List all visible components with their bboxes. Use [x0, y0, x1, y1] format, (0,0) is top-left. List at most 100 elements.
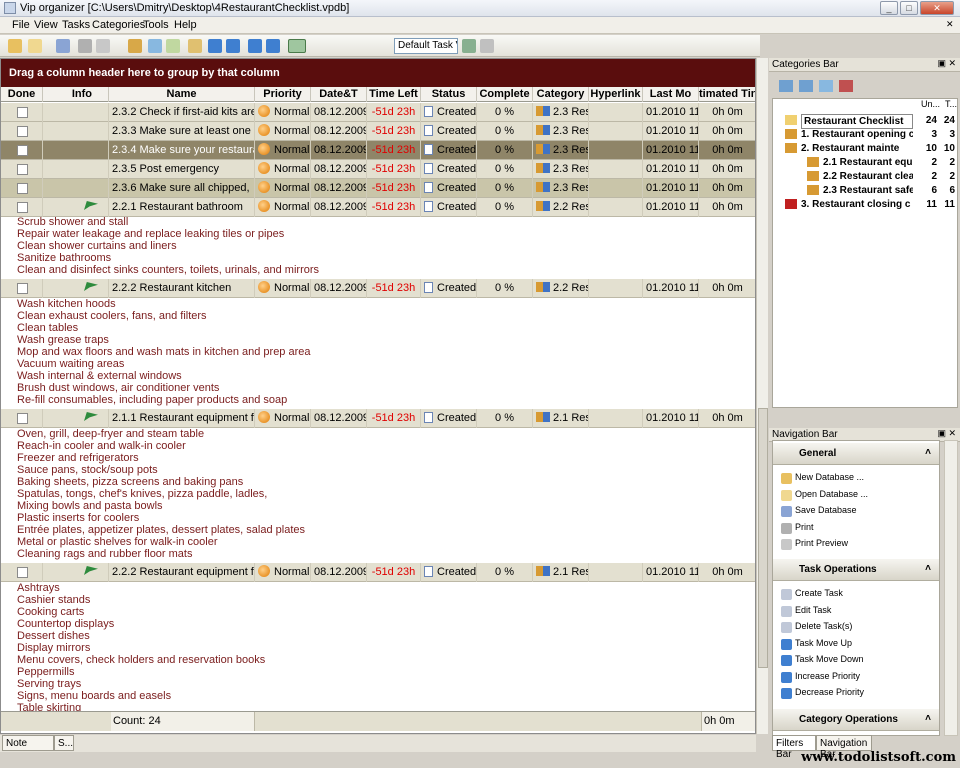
collapse-icon[interactable]: ˄	[925, 713, 931, 724]
delete-category-icon[interactable]	[839, 80, 853, 92]
cell-hyperlink[interactable]	[589, 141, 643, 160]
col-status[interactable]: Status	[421, 87, 477, 102]
col-category[interactable]: Category	[533, 87, 589, 102]
col-done[interactable]: Done	[1, 87, 43, 102]
col-time-left[interactable]: Time Left	[367, 87, 421, 102]
table-row[interactable]: 2.2.2 Restaurant kitchen Normal 08.12.2009…	[1, 279, 755, 298]
category-tree-item[interactable]: 1. Restaurant opening c	[801, 128, 913, 141]
done-checkbox[interactable]	[17, 107, 28, 118]
navigation-bar-close-icon[interactable]: ▣ ✕	[937, 428, 956, 439]
done-checkbox[interactable]	[17, 202, 28, 213]
task-move-up-link[interactable]: Task Move Up	[795, 638, 852, 648]
preview-icon[interactable]	[96, 39, 110, 53]
edit-category-icon[interactable]	[819, 80, 833, 92]
table-row[interactable]: 2.2.2 Restaurant equipment for Normal 08.1…	[1, 563, 755, 582]
priority-up-icon[interactable]	[266, 39, 280, 53]
print-preview-link[interactable]: Print Preview	[795, 538, 848, 548]
cell-hyperlink[interactable]	[589, 409, 643, 428]
new-database-link[interactable]: New Database ...	[795, 472, 864, 482]
section-task-operations[interactable]: Task Operations ˄	[773, 559, 939, 581]
category-tree-item[interactable]: 2.2 Restaurant clean	[823, 170, 913, 183]
collapse-icon[interactable]: ˄	[925, 447, 931, 458]
decrease-priority-link[interactable]: Decrease Priority	[795, 687, 864, 697]
task-view-select[interactable]: Default Task V	[394, 38, 458, 54]
print-link[interactable]: Print	[795, 522, 814, 532]
cell-hyperlink[interactable]	[589, 103, 643, 122]
col-last-modified[interactable]: Last Mo	[643, 87, 699, 102]
close-button[interactable]: ✕	[920, 1, 954, 15]
cell-hyperlink[interactable]	[589, 279, 643, 298]
table-row[interactable]: 2.3.6 Make sure all chipped, Normal 08.12.…	[1, 179, 755, 198]
menu-help[interactable]: Help	[174, 19, 197, 31]
done-checkbox[interactable]	[17, 145, 28, 156]
edit-task-link[interactable]: Edit Task	[795, 605, 831, 615]
section-category-operations[interactable]: Category Operations ˄	[773, 709, 939, 731]
edit-icon[interactable]	[148, 39, 162, 53]
task-move-down-link[interactable]: Task Move Down	[795, 654, 864, 664]
menu-file[interactable]: File	[12, 19, 30, 31]
col-date[interactable]: Date&T	[311, 87, 367, 102]
menu-tools[interactable]: Tools	[143, 19, 169, 31]
move-down-icon[interactable]	[208, 39, 222, 53]
col-name[interactable]: Name	[109, 87, 255, 102]
done-checkbox[interactable]	[17, 164, 28, 175]
move-up-icon[interactable]	[226, 39, 240, 53]
priority-down-icon[interactable]	[248, 39, 262, 53]
tab-filters-bar[interactable]: Filters Bar	[772, 735, 816, 760]
cell-hyperlink[interactable]	[589, 198, 643, 217]
open-icon[interactable]	[28, 39, 42, 53]
link-icon[interactable]	[188, 39, 202, 53]
menu-view[interactable]: View	[34, 19, 58, 31]
apply-view-icon[interactable]	[462, 39, 476, 53]
menu-categories[interactable]: Categories	[92, 19, 145, 31]
cell-hyperlink[interactable]	[589, 563, 643, 582]
category-tree-item[interactable]: 2.3 Restaurant safet	[823, 184, 913, 197]
open-database-link[interactable]: Open Database ...	[795, 489, 868, 499]
print-icon[interactable]	[78, 39, 92, 53]
delete-task-link[interactable]: Delete Task(s)	[795, 621, 852, 631]
menu-close-icon[interactable]: ✕	[946, 19, 954, 30]
done-checkbox[interactable]	[17, 183, 28, 194]
col-info[interactable]: Info	[43, 87, 109, 102]
table-row[interactable]: 2.3.5 Post emergency Normal 08.12.2009 -51d…	[1, 160, 755, 179]
create-task-link[interactable]: Create Task	[795, 588, 843, 598]
save-database-link[interactable]: Save Database	[795, 505, 857, 515]
cell-hyperlink[interactable]	[589, 160, 643, 179]
category-tree-item[interactable]: 2. Restaurant mainte	[801, 142, 913, 155]
tools-icon[interactable]	[166, 39, 180, 53]
save-icon[interactable]	[56, 39, 70, 53]
menu-tasks[interactable]: Tasks	[62, 19, 90, 31]
done-checkbox[interactable]	[17, 413, 28, 424]
col-hyperlink[interactable]: Hyperlink	[589, 87, 643, 102]
table-row[interactable]: 2.3.2 Check if first-aid kits are Normal 0…	[1, 103, 755, 122]
add-subcategory-icon[interactable]	[799, 80, 813, 92]
navigation-scrollbar[interactable]	[944, 440, 958, 736]
tab-note[interactable]: Note	[2, 735, 54, 751]
col-priority[interactable]: Priority	[255, 87, 311, 102]
done-checkbox[interactable]	[17, 567, 28, 578]
add-category-icon[interactable]	[779, 80, 793, 92]
col-complete[interactable]: Complete	[477, 87, 533, 102]
category-tree-item[interactable]: Restaurant Checklist	[801, 114, 913, 129]
section-general[interactable]: General ˄	[773, 443, 939, 465]
category-tree-item[interactable]: 2.1 Restaurant equip	[823, 156, 913, 169]
done-checkbox[interactable]	[17, 283, 28, 294]
table-row[interactable]: 2.3.3 Make sure at least one Normal 08.12.…	[1, 122, 755, 141]
new-category-icon[interactable]	[128, 39, 142, 53]
flag-icon[interactable]	[288, 39, 306, 53]
delete-view-icon[interactable]	[480, 39, 494, 53]
cell-hyperlink[interactable]	[589, 179, 643, 198]
tab-s[interactable]: S...	[54, 735, 74, 751]
increase-priority-link[interactable]: Increase Priority	[795, 671, 860, 681]
minimize-button[interactable]: _	[880, 1, 898, 15]
scrollbar-thumb[interactable]	[758, 408, 768, 668]
category-tree-item[interactable]: 3. Restaurant closing c	[801, 198, 913, 211]
tab-navigation-bar[interactable]: Navigation Bar	[816, 735, 872, 760]
new-icon[interactable]	[8, 39, 22, 53]
table-row[interactable]: 2.3.4 Make sure your restaurant Normal 08.…	[1, 141, 755, 160]
collapse-icon[interactable]: ˄	[925, 563, 931, 574]
table-row[interactable]: 2.1.1 Restaurant equipment for Normal 08.1…	[1, 409, 755, 428]
grid-scrollbar[interactable]	[756, 58, 768, 734]
cell-hyperlink[interactable]	[589, 122, 643, 141]
categories-bar-close-icon[interactable]: ▣ ✕	[937, 58, 956, 69]
